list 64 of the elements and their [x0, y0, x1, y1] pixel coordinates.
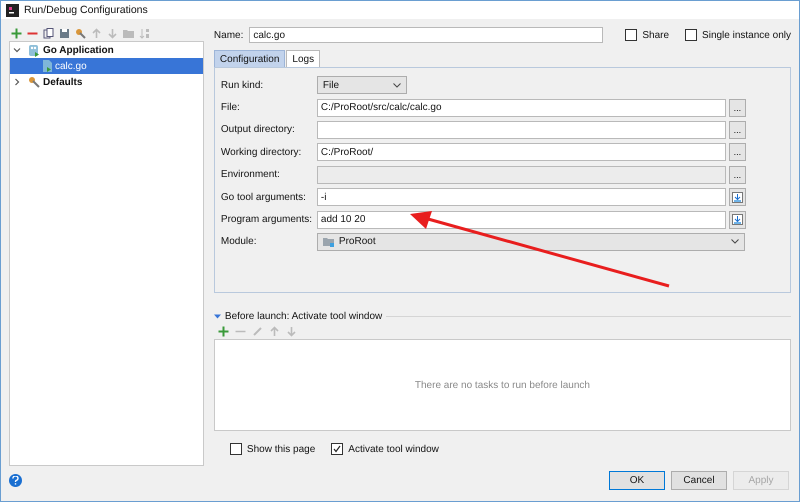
- browse-button[interactable]: ...: [728, 166, 746, 184]
- tab[interactable]: Logs: [286, 50, 320, 67]
- checkbox[interactable]: [230, 443, 242, 455]
- dialog-button[interactable]: Cancel: [671, 471, 727, 490]
- checkbox-row[interactable]: Single instance only: [685, 29, 791, 41]
- input-field[interactable]: [316, 120, 726, 139]
- checkbox[interactable]: [625, 29, 638, 41]
- field-label: Program arguments:: [220, 214, 314, 226]
- input-field[interactable]: -i: [316, 188, 726, 206]
- input-field[interactable]: [316, 166, 726, 184]
- tree-item[interactable]: Defaults: [10, 74, 203, 90]
- checkbox-row[interactable]: Share: [625, 29, 670, 41]
- field-label: File:: [220, 102, 241, 114]
- checkbox-row[interactable]: Show this page: [230, 443, 316, 455]
- folder-icon: [322, 236, 335, 247]
- wrench-icon[interactable]: [75, 28, 86, 38]
- collapse-icon[interactable]: [13, 78, 21, 86]
- field-label: Output directory:: [220, 124, 296, 136]
- checkbox[interactable]: [685, 29, 698, 41]
- tree-item[interactable]: Go Application: [10, 42, 203, 58]
- window-title: Run/Debug Configurations: [24, 4, 148, 16]
- checkbox-label: Share: [642, 30, 670, 40]
- wrench-icon: [28, 76, 40, 88]
- copy-icon[interactable]: [43, 28, 54, 38]
- tab[interactable]: Configuration: [214, 50, 286, 67]
- caret-icon: [730, 239, 739, 244]
- app-logo-icon: [6, 4, 19, 16]
- expand-icon[interactable]: [13, 46, 21, 54]
- dialog-button[interactable]: OK: [609, 471, 665, 490]
- field-label: Working directory:: [220, 146, 302, 158]
- insert-macro-button[interactable]: [728, 188, 746, 206]
- tree-item[interactable]: calc.go: [10, 58, 203, 74]
- help-icon[interactable]: [9, 474, 22, 487]
- name-field[interactable]: calc.go: [249, 27, 604, 43]
- save-icon[interactable]: [59, 28, 70, 38]
- empty-message: There are no tasks to run before launch: [414, 380, 590, 390]
- insert-icon: [732, 192, 743, 203]
- field-label: Go tool arguments:: [220, 192, 307, 203]
- file-icon: [42, 60, 52, 72]
- input-field[interactable]: add 10 20: [316, 210, 726, 229]
- checkbox-label: Show this page: [246, 444, 316, 454]
- expand-icon[interactable]: [214, 312, 221, 320]
- browse-button[interactable]: ...: [728, 98, 746, 117]
- go-gopher-icon: [28, 44, 40, 56]
- input-field[interactable]: C:/ProRoot/src/calc/calc.go: [316, 98, 726, 117]
- caret-icon: [392, 82, 401, 88]
- module-dropdown[interactable]: ProRoot: [316, 232, 745, 251]
- checkbox-label: Activate tool window: [348, 444, 439, 454]
- browse-button[interactable]: ...: [728, 120, 746, 139]
- insert-macro-button[interactable]: [728, 210, 746, 229]
- run-kind-dropdown[interactable]: File: [316, 76, 407, 94]
- browse-button[interactable]: ...: [728, 143, 746, 162]
- checkbox-row[interactable]: Activate tool window: [331, 443, 439, 455]
- input-field[interactable]: C:/ProRoot/: [316, 143, 726, 162]
- insert-icon: [732, 214, 743, 226]
- add-icon[interactable]: [11, 28, 22, 38]
- checkbox-label: Single instance only: [702, 30, 791, 40]
- checkbox[interactable]: [331, 443, 344, 455]
- name-label: Name:: [214, 30, 244, 40]
- add-icon[interactable]: [218, 326, 229, 336]
- section-title: Before launch: Activate tool window: [224, 310, 382, 322]
- field-label: Run kind:: [220, 80, 264, 91]
- field-label: Module:: [220, 236, 258, 248]
- field-label: Environment:: [220, 169, 281, 180]
